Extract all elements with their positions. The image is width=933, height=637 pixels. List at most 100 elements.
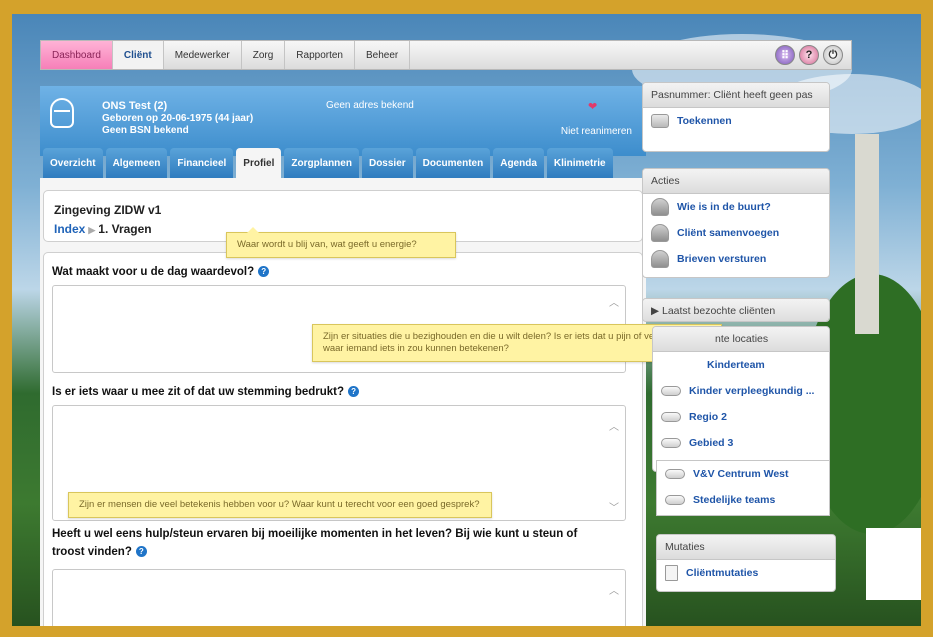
toekennen-label: Toekennen [677,115,732,127]
clientmutaties-link[interactable]: Cliëntmutaties [657,560,835,586]
tab-documenten[interactable]: Documenten [415,148,491,178]
breadcrumb-separator-icon: ▶ [88,225,96,235]
locatie-label: Kinderteam [707,359,765,371]
form-area: Zingeving ZIDW v1 Index ▶ 1. Vragen Wat ma… [40,178,646,626]
actie-wie-is-in-de-buurt[interactable]: Wie is in de buurt? [643,194,829,220]
nav-tab-rapporten[interactable]: Rapporten [285,41,355,69]
client-name: ONS Test (2) [102,100,168,112]
question-help-icon[interactable]: ? [348,386,360,398]
locatie-label: V&V Centrum West [693,468,789,480]
apps-grid-icon[interactable]: ⠿ [775,45,795,65]
overlay-white-block [866,528,921,600]
locatie-vv-centrum-west[interactable]: V&V Centrum West [657,461,829,487]
locatie-label: Gebied 3 [689,437,734,449]
mutaties-panel: Mutaties Cliëntmutaties [656,534,836,592]
client-reanimation-status: Niet reanimeren [560,126,632,137]
question-1-text: Wat maakt voor u de dag waardevol? [52,266,255,278]
locatie-label: Kinder verpleegkundig ... [689,385,815,397]
people-icon [651,250,669,268]
pasnummer-panel: Pasnummer: Cliënt heeft geen pas Toekenn… [642,82,830,152]
answer-3-textarea[interactable]: ︿ [52,569,626,626]
actie-label: Wie is in de buurt? [677,201,771,213]
heart-icon: ❤ [588,101,598,113]
tab-overzicht[interactable]: Overzicht [43,148,103,178]
locaties-panel: nte locaties Kinderteam Kinder verpleegk… [652,326,830,472]
scroll-up-icon[interactable]: ︿ [609,418,619,433]
question-3: Heeft u wel eens hulp/steun ervaren bij … [52,525,612,561]
profile-tabs: Overzicht Algemeen Financieel Profiel Zo… [40,148,646,178]
question-help-icon[interactable]: ? [135,546,147,558]
tooltip-question-1: Waar wordt u blij van, wat geeft u energ… [226,227,456,258]
nav-tab-zorg[interactable]: Zorg [242,41,286,69]
client-header: ONS Test (2) Geboren op 20-06-1975 (44 j… [40,86,646,156]
toekennen-link[interactable]: Toekennen [643,108,829,134]
location-icon [661,438,681,448]
tooltip-1-text: Waar wordt u blij van, wat geeft u energ… [237,239,417,250]
locatie-regio-2[interactable]: Regio 2 [653,404,829,430]
locatie-label: Regio 2 [689,411,727,423]
nav-icon-group: ⠿ ? ⏻ [775,41,851,69]
client-birthdate: Geboren op 20-06-1975 (44 jaar) [102,113,254,124]
locaties-title: nte locaties [653,327,829,352]
question-3-text: Heeft u wel eens hulp/steun ervaren bij … [52,528,578,558]
tab-agenda[interactable]: Agenda [493,148,544,178]
pasnummer-title: Pasnummer: Cliënt heeft geen pas [643,83,829,108]
location-icon [665,495,685,505]
tab-dossier[interactable]: Dossier [361,148,413,178]
form-title: Zingeving ZIDW v1 [54,203,162,217]
acties-title: Acties [643,169,829,194]
laatst-bezochte-title: ▶ Laatst bezochte cliënten [643,299,829,321]
tab-profiel[interactable]: Profiel [236,148,282,178]
question-2-text: Is er iets waar u mee zit of dat uw stem… [52,386,345,398]
tooltip-3-text: Zijn er mensen die veel betekenis hebben… [79,499,480,510]
power-icon[interactable]: ⏻ [823,45,843,65]
actie-label: Cliënt samenvoegen [677,227,780,239]
tab-klinimetrie[interactable]: Klinimetrie [546,148,613,178]
breadcrumb: Index ▶ 1. Vragen [54,222,152,236]
clientmutaties-label: Cliëntmutaties [686,567,759,579]
acties-panel: Acties Wie is in de buurt? Cliënt samenv… [642,168,830,278]
question-1: Wat maakt voor u de dag waardevol?? [52,263,270,281]
breadcrumb-current: 1. Vragen [98,222,152,236]
question-help-icon[interactable]: ? [258,266,270,278]
tab-algemeen[interactable]: Algemeen [105,148,168,178]
location-icon [661,386,681,396]
tooltip-question-3: Zijn er mensen die veel betekenis hebben… [68,492,492,518]
help-icon[interactable]: ? [799,45,819,65]
scroll-up-icon[interactable]: ︿ [609,582,619,597]
locaties-panel-continued: V&V Centrum West Stedelijke teams [656,460,830,516]
nav-tab-client[interactable]: Cliënt [112,41,164,69]
document-icon [665,565,678,581]
tooltip-2-text: Zijn er situaties die u bezighouden en d… [323,331,697,354]
client-address: Geen adres bekend [326,100,414,111]
actie-client-samenvoegen[interactable]: Cliënt samenvoegen [643,220,829,246]
nav-tab-beheer[interactable]: Beheer [355,41,411,69]
people-icon [651,198,669,216]
breadcrumb-index-link[interactable]: Index [54,222,85,236]
tab-zorgplannen[interactable]: Zorgplannen [284,148,359,178]
background-tree-trunk [855,134,879,334]
people-icon [651,224,669,242]
locatie-label: Stedelijke teams [693,494,776,506]
actie-label: Brieven versturen [677,253,767,265]
nav-tab-dashboard[interactable]: Dashboard [41,41,113,69]
app-window: Dashboard Cliënt Medewerker Zorg Rapport… [12,14,921,626]
tooltip-pointer [247,227,259,233]
client-avatar-icon [50,98,74,128]
locatie-gebied-3[interactable]: Gebied 3 [653,430,829,456]
locatie-stedelijke-teams[interactable]: Stedelijke teams [657,487,829,513]
main-navigation: Dashboard Cliënt Medewerker Zorg Rapport… [40,40,852,70]
location-icon [661,412,681,422]
locatie-kinder-verpleegkundig[interactable]: Kinder verpleegkundig ... [653,378,829,404]
tab-financieel[interactable]: Financieel [170,148,234,178]
questions-card: Wat maakt voor u de dag waardevol?? ︿ Is… [43,252,643,626]
mutaties-title: Mutaties [657,535,835,560]
scroll-up-icon[interactable]: ︿ [609,294,619,309]
nav-tab-medewerker[interactable]: Medewerker [164,41,242,69]
card-icon [651,114,669,128]
actie-brieven-versturen[interactable]: Brieven versturen [643,246,829,272]
client-bsn: Geen BSN bekend [102,125,189,136]
scroll-down-icon[interactable]: ﹀ [609,499,619,514]
laatst-bezochte-panel[interactable]: ▶ Laatst bezochte cliënten [642,298,830,322]
locatie-kinderteam[interactable]: Kinderteam [653,352,829,378]
